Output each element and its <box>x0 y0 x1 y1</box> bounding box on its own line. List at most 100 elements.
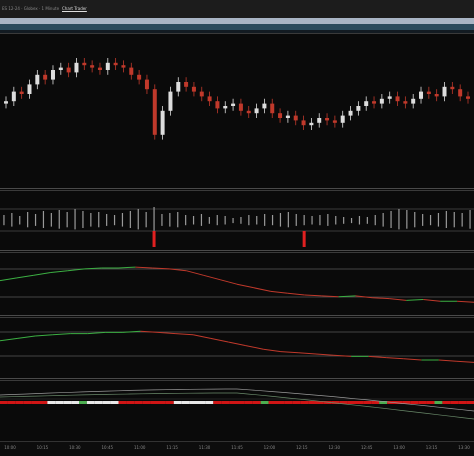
candle-body <box>434 94 439 97</box>
oscillator-segment <box>210 337 229 343</box>
oscillator-segment <box>372 297 390 300</box>
price-panel[interactable] <box>0 33 474 189</box>
signal-segment <box>308 401 316 404</box>
signal-segment <box>23 401 32 404</box>
oscillator-segment <box>270 290 288 294</box>
oscillator-segment <box>304 294 322 297</box>
signal-panel[interactable] <box>0 380 474 441</box>
candle-body <box>66 67 71 73</box>
oscillator-segment <box>219 279 238 285</box>
signal-segment <box>142 401 151 404</box>
candle-body <box>419 91 424 99</box>
histogram-svg <box>0 207 474 247</box>
signal-envelope-upper <box>0 388 474 412</box>
oscillator-segment <box>236 283 255 289</box>
oscillator-segment <box>389 298 407 301</box>
signal-segment <box>55 401 64 404</box>
candle-body <box>270 103 275 114</box>
signal-segment <box>94 401 103 404</box>
candle-body <box>254 108 259 114</box>
oscillator-segment <box>253 287 271 292</box>
oscillator-segment <box>33 272 51 276</box>
candle-body <box>144 79 149 90</box>
signal-segment <box>150 401 158 404</box>
oscillator-segment <box>423 299 441 302</box>
candle-body <box>285 115 290 118</box>
oscillator-segment <box>403 358 422 361</box>
histogram-panel[interactable] <box>0 190 474 251</box>
oscillator-segment <box>280 351 299 354</box>
signal-segment <box>71 401 79 404</box>
histogram-alert-bar <box>302 231 306 247</box>
oscillator-segment <box>245 345 264 350</box>
candle-body <box>27 84 32 94</box>
oscillator-segment <box>87 331 106 335</box>
candle-body <box>379 98 384 104</box>
signal-segment <box>371 401 380 404</box>
signal-segment <box>47 401 56 404</box>
window-title: ES 12-24 · Globex · 1 Minute <box>2 6 60 11</box>
candle-body <box>113 62 118 66</box>
candle-body <box>11 91 16 102</box>
oscillator-segment <box>16 274 34 279</box>
signal-segment <box>426 401 435 404</box>
candle-body <box>35 74 40 85</box>
signal-segment <box>458 401 467 404</box>
candle-body <box>199 91 204 97</box>
panel-divider[interactable] <box>0 250 474 251</box>
chart-trader-tab[interactable]: Chart Trader <box>62 6 87 11</box>
oscillator-segment <box>135 266 153 269</box>
signal-segment <box>355 401 364 404</box>
oscillator-1-panel[interactable] <box>0 252 474 315</box>
candle-body <box>466 96 470 99</box>
candle-body <box>97 67 102 70</box>
candle-body <box>231 103 236 106</box>
time-tick-label: 10:30 <box>69 445 81 450</box>
oscillator-2-panel[interactable] <box>0 317 474 378</box>
time-tick-label: 11:00 <box>133 445 146 450</box>
time-tick-label: 12:15 <box>296 445 308 450</box>
oscillator-segment <box>193 334 211 339</box>
candle-body <box>168 91 173 111</box>
panel-divider[interactable] <box>0 378 474 379</box>
signal-segment <box>221 401 230 404</box>
candle-body <box>278 113 283 118</box>
candle-body <box>223 106 228 109</box>
oscillator-2-svg <box>0 330 474 363</box>
candle-body <box>129 67 134 75</box>
candle-body <box>105 62 110 70</box>
candle-body <box>137 74 142 80</box>
candle-body <box>19 91 24 94</box>
time-tick-label: 13:00 <box>393 445 405 450</box>
candle-body <box>238 103 243 111</box>
panel-divider[interactable] <box>0 315 474 316</box>
oscillator-segment <box>456 360 474 363</box>
signal-segment <box>126 401 135 404</box>
signal-segment <box>86 401 95 404</box>
candle-body <box>372 101 377 104</box>
signal-segment <box>229 401 237 404</box>
candle-body <box>411 98 416 104</box>
candle-body <box>364 101 369 106</box>
oscillator-segment <box>298 352 317 355</box>
time-tick-label: 11:30 <box>198 445 211 450</box>
candle-body <box>191 86 196 92</box>
signal-segment <box>15 401 24 404</box>
candle-body <box>317 118 322 123</box>
signal-segment <box>0 401 8 404</box>
candle-body <box>458 89 463 97</box>
signal-segment <box>165 401 174 404</box>
candle-body <box>152 89 157 135</box>
time-tick-label: 10:00 <box>4 445 16 450</box>
signal-segment <box>442 401 451 404</box>
candle-body <box>74 62 79 73</box>
panel-divider[interactable] <box>0 188 474 189</box>
candle-body <box>442 86 447 97</box>
signal-segment <box>63 401 72 404</box>
time-tick-label: 13:15 <box>425 445 438 450</box>
signal-segment <box>363 401 372 404</box>
signal-segment <box>205 401 214 404</box>
candle-body <box>90 65 95 68</box>
signal-segment <box>118 401 127 404</box>
time-tick-label: 11:45 <box>231 445 243 450</box>
